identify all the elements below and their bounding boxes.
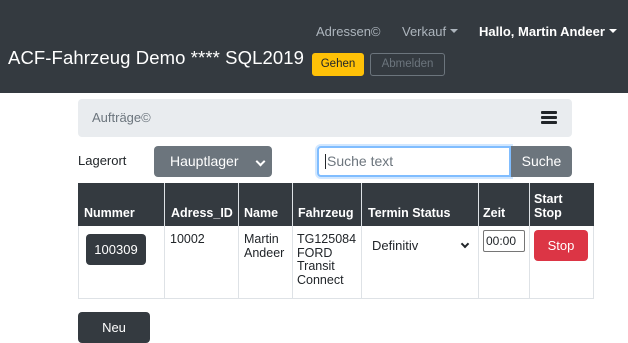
lagerort-label: Lagerort [78,153,127,168]
search-input[interactable]: Suche text [317,146,511,177]
cell-fahrzeug-line: FORD [297,245,333,260]
caret-down-icon [608,29,617,33]
navbar: ACF-Fahrzeug Demo **** SQL2019 Adressen©… [0,0,628,93]
breadcrumb: Aufträge© [78,99,572,137]
gehen-button[interactable]: Gehen [312,53,364,76]
lagerort-selected-value: Hauptlager [170,153,239,169]
column-divider [478,183,479,299]
header-start-stop: Start Stop [534,192,562,220]
column-divider [529,183,530,299]
suche-button[interactable]: Suche [511,146,572,177]
breadcrumb-label[interactable]: Aufträge© [92,110,151,125]
column-divider [238,183,239,299]
cell-fahrzeug-line: Connect [297,272,344,287]
caret-down-icon [450,29,459,33]
column-divider [164,183,165,299]
search-placeholder: Suche text [327,153,394,169]
header-adress-id: Adress_ID [171,206,233,220]
nummer-button[interactable]: 100309 [86,234,146,265]
chevron-down-icon [255,156,266,167]
zeit-input[interactable]: 00:00 [483,230,525,252]
stop-button[interactable]: Stop [534,230,588,261]
nav-user-menu[interactable]: Hallo, Martin Andeer [479,24,617,39]
cell-name: Martin Andeer [244,232,285,260]
neu-button[interactable]: Neu [78,312,150,343]
cell-fahrzeug-line: TG125084 [297,232,357,246]
lagerort-select[interactable]: Hauptlager [154,146,272,177]
nav-verkauf[interactable]: Verkauf [402,24,459,39]
cell-name-last: Andeer [244,245,285,260]
header-name: Name [244,206,279,220]
chevron-down-icon [460,239,470,249]
header-start: Start [534,192,563,206]
nav-adressen[interactable]: Adressen© [316,24,381,39]
column-divider [361,183,362,299]
column-divider [292,183,293,299]
header-zeit: Zeit [483,206,506,220]
cell-name-first: Martin [244,232,279,246]
header-stop: Stop [534,206,562,220]
nav-user-label: Hallo, Martin Andeer [479,24,605,39]
cell-adress-id: 10002 [170,232,205,246]
nav-verkauf-label: Verkauf [402,24,447,39]
text-cursor [325,154,326,169]
cell-fahrzeug: TG125084 FORD Transit Connect [297,232,357,287]
menu-icon[interactable] [541,111,557,125]
header-termin-status: Termin Status [368,206,451,220]
table-header: Nummer Adress_ID Name Fahrzeug Termin St… [78,183,594,226]
termin-status-select[interactable]: Definitiv [366,230,476,261]
header-nummer: Nummer [84,206,135,220]
header-fahrzeug: Fahrzeug [298,206,354,220]
abmelden-button[interactable]: Abmelden [370,53,445,76]
cell-fahrzeug-line: Transit [297,259,335,273]
termin-status-value: Definitiv [372,238,419,253]
brand-title[interactable]: ACF-Fahrzeug Demo **** SQL2019 [8,47,304,69]
